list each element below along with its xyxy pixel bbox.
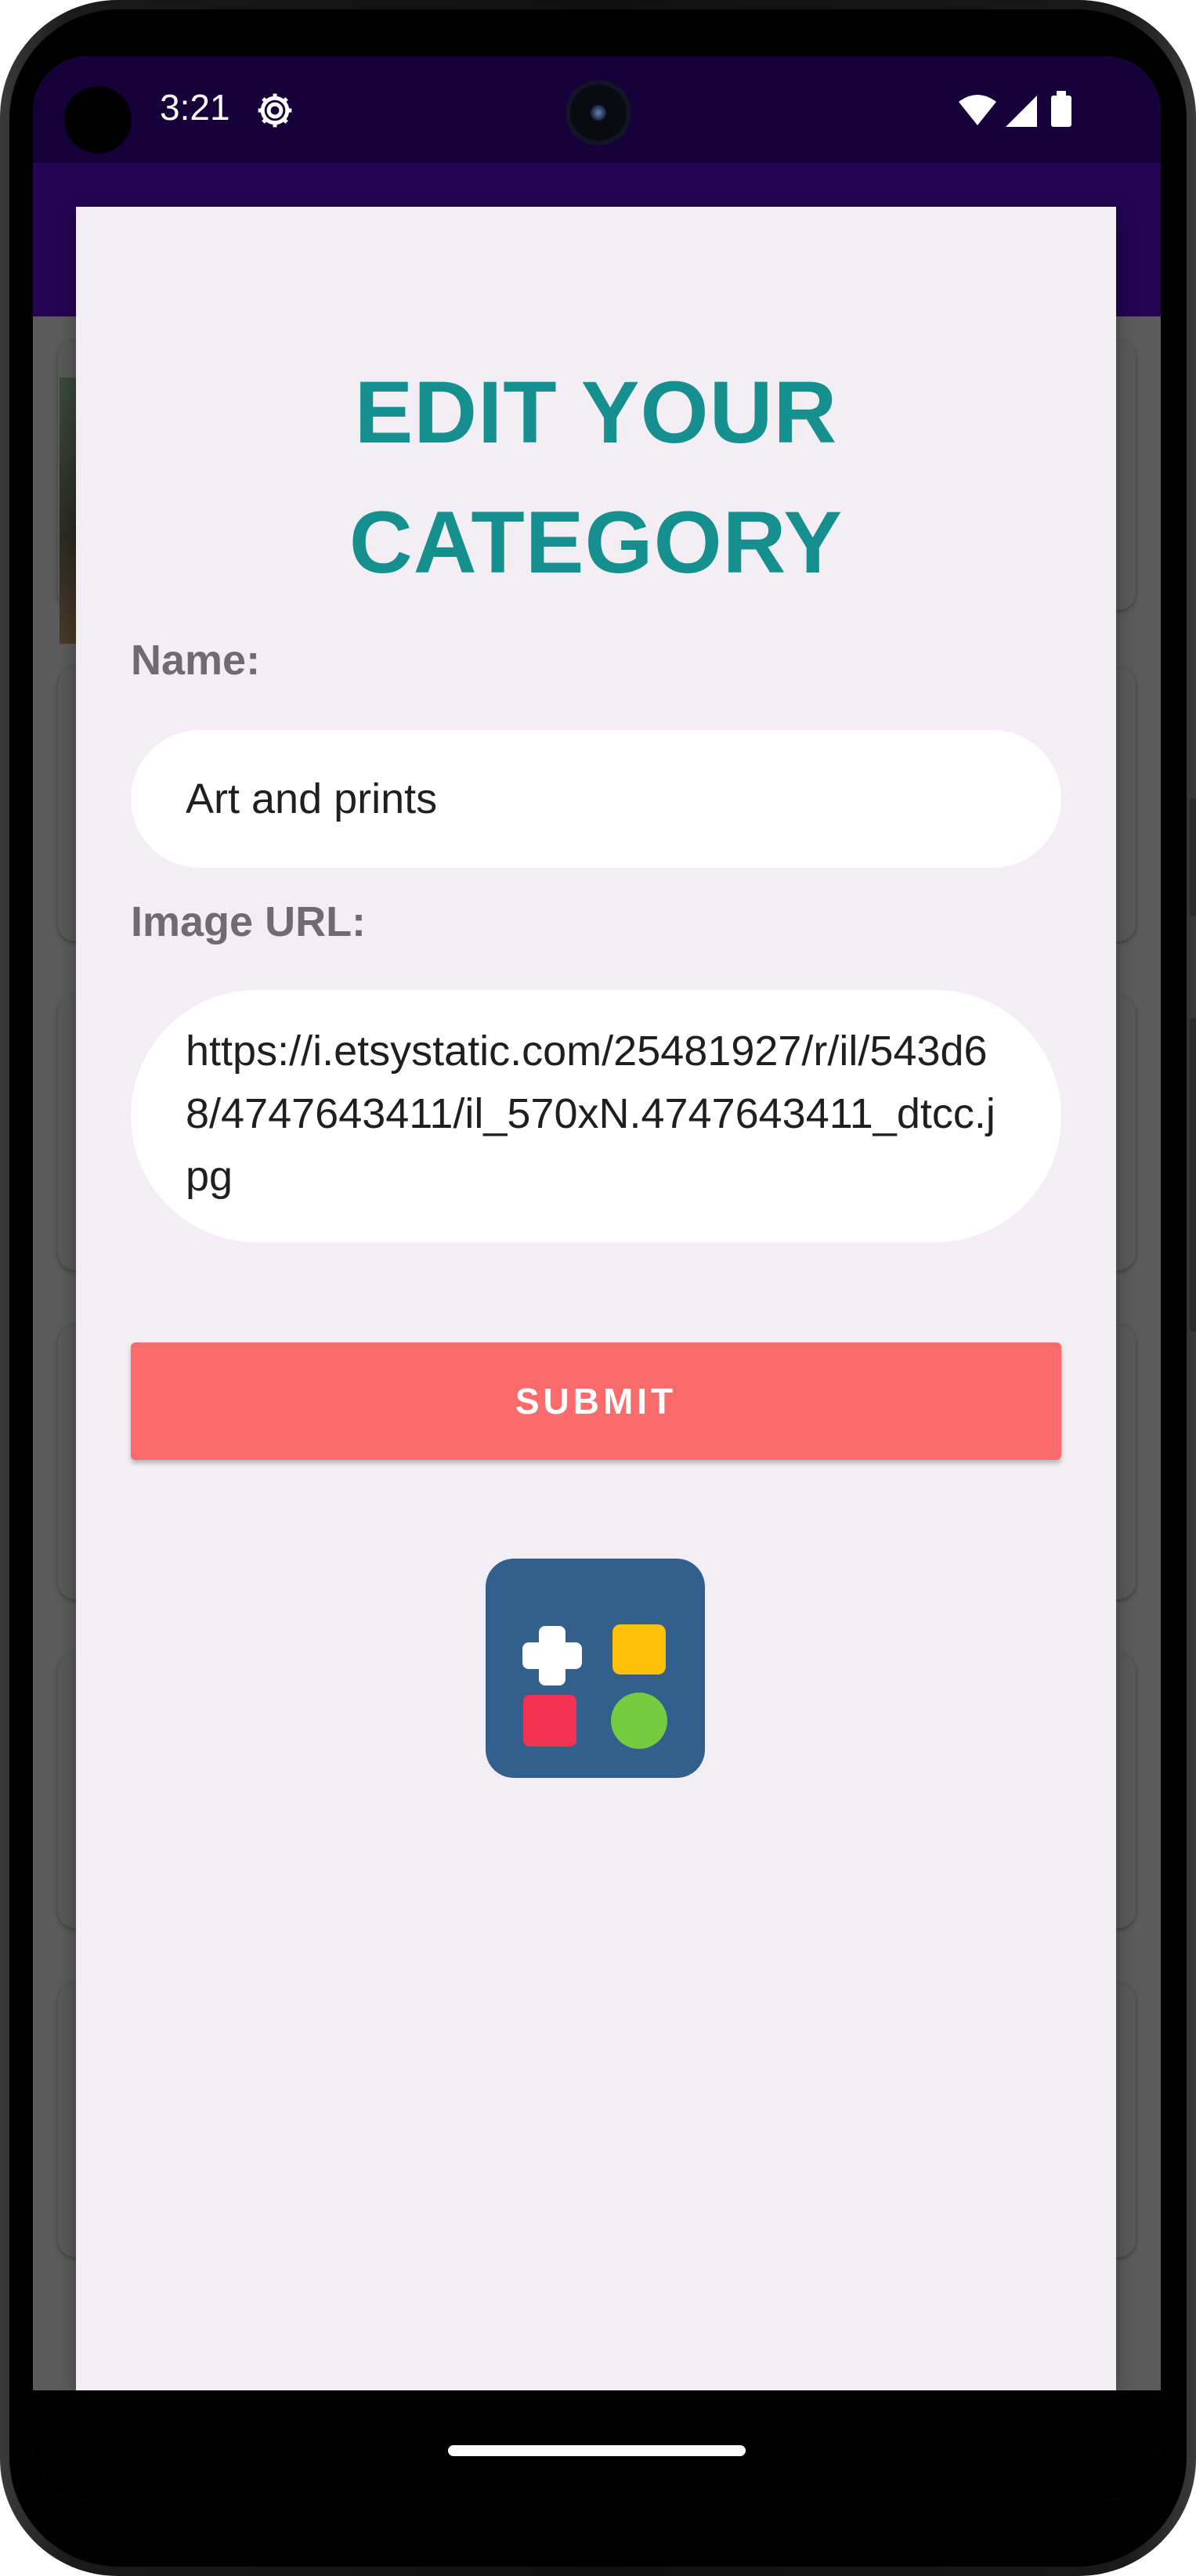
wifi-icon: [959, 95, 996, 125]
front-camera: [565, 80, 631, 146]
camera-dot: [64, 86, 132, 154]
status-time: 3:21: [160, 87, 230, 128]
app-logo-icon: [486, 1559, 705, 1778]
device-stage: 3:21 EDIT YOUR CATEGORY Name: Art and pr…: [0, 0, 1196, 2576]
name-label: Name:: [131, 637, 261, 684]
app-logo-graphic: [522, 1624, 667, 1749]
name-field[interactable]: Art and prints: [131, 730, 1061, 868]
image-url-field[interactable]: https://i.etsystatic.com/25481927/r/il/5…: [131, 990, 1061, 1242]
status-bar: 3:21: [33, 56, 1161, 163]
navigation-bar: [33, 2390, 1161, 2500]
home-gesture-handle[interactable]: [448, 2445, 746, 2456]
status-icons: [959, 91, 1071, 127]
side-button: [1190, 799, 1196, 916]
submit-button[interactable]: SUBMIT: [131, 1342, 1061, 1460]
dialog-title-line2: CATEGORY: [349, 493, 844, 591]
dialog-title-line1: EDIT YOUR: [354, 363, 838, 461]
volume-button: [1190, 1018, 1196, 1331]
battery-icon: [1051, 96, 1071, 127]
phone-frame: 3:21 EDIT YOUR CATEGORY Name: Art and pr…: [0, 0, 1196, 2576]
signal-icon: [1006, 96, 1037, 127]
image-url-label: Image URL:: [131, 898, 367, 945]
gear-icon: [258, 93, 292, 128]
edit-category-dialog: EDIT YOUR CATEGORY Name: Art and prints …: [76, 207, 1116, 2390]
dialog-title: EDIT YOUR CATEGORY: [76, 348, 1116, 608]
